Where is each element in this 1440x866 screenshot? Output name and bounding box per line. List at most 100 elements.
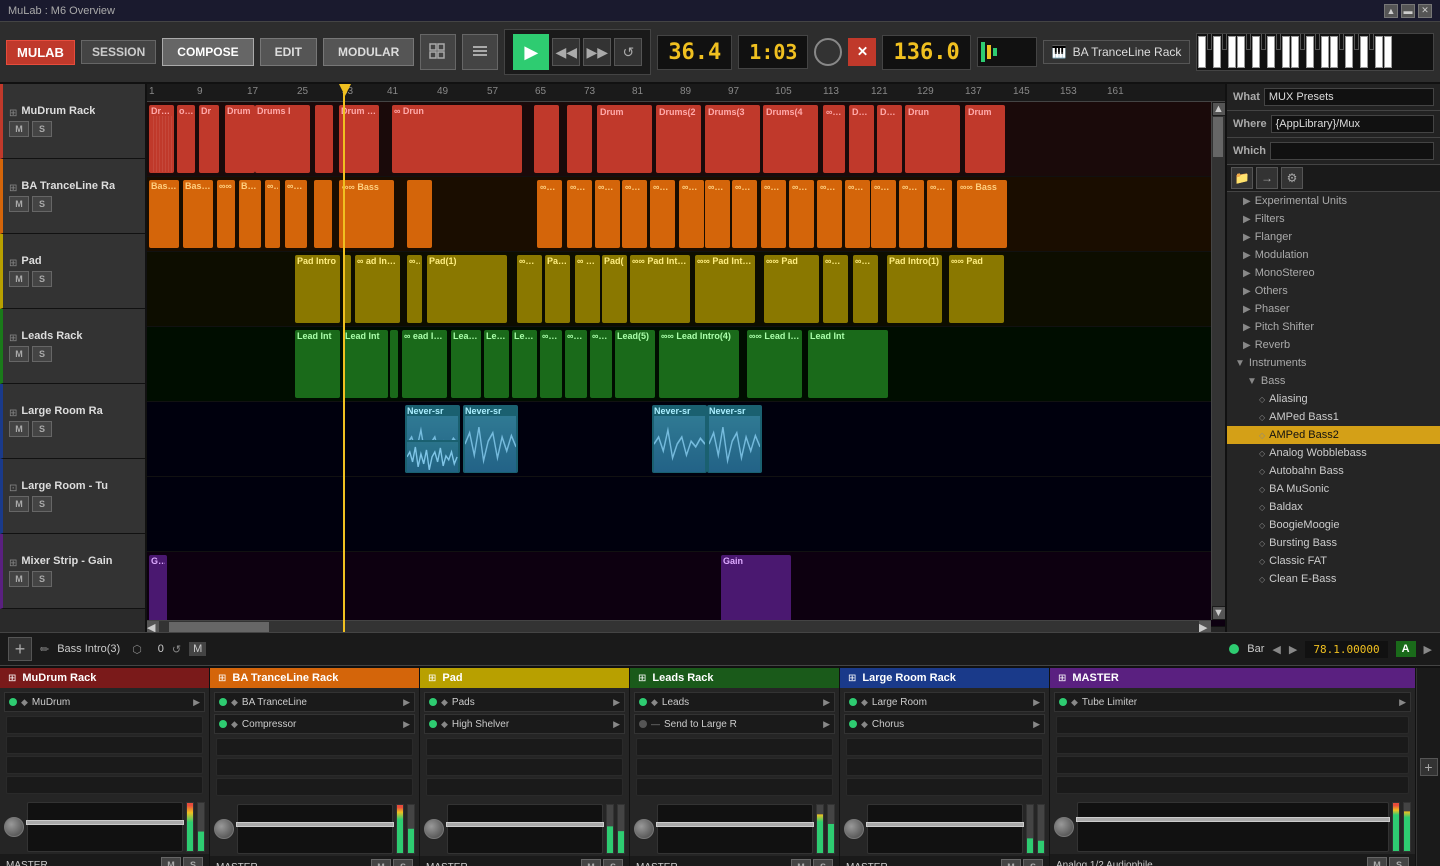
close-button[interactable]: ✕	[1418, 4, 1432, 18]
piano-key-white[interactable]	[1267, 36, 1275, 68]
clip-lead-intro6[interactable]: Lead Int	[808, 330, 888, 398]
list-icon[interactable]	[462, 34, 498, 70]
pan-knob-mudrum[interactable]	[4, 817, 24, 837]
insert-expand-icon[interactable]: ▶	[1033, 719, 1040, 730]
piano-key-white[interactable]	[1330, 36, 1338, 68]
track-lane-mixer[interactable]: Gain Gain	[147, 552, 1225, 627]
mulab-button[interactable]: MULAB	[6, 40, 75, 65]
clip-lead-loop[interactable]: ∞∞ Lead	[540, 330, 562, 398]
fader-thumb-pad[interactable]	[446, 822, 604, 827]
clip-drums-9[interactable]: Drums(2	[656, 105, 701, 173]
mixer-solo-pad[interactable]: S	[603, 859, 623, 866]
insert-expand-icon[interactable]: ▶	[1399, 697, 1406, 708]
mixer-solo-ba[interactable]: S	[393, 859, 413, 866]
insert-expand-icon[interactable]: ▶	[823, 719, 830, 730]
fader-pad[interactable]	[447, 804, 603, 854]
tree-item-flanger[interactable]: ▶ Flanger	[1227, 228, 1440, 246]
nav-right-icon[interactable]: ▶	[1289, 643, 1297, 656]
clip-pad-intro[interactable]: Pad Intro	[295, 255, 340, 323]
minimize-button[interactable]: ▲	[1384, 4, 1398, 18]
fader-thumb-leads[interactable]	[656, 822, 814, 827]
hscroll-thumb[interactable]	[169, 622, 269, 632]
tree-item-reverb[interactable]: ▶ Reverb	[1227, 336, 1440, 354]
clip-gain-1[interactable]: Gain	[149, 555, 167, 623]
tree-item-monostereo[interactable]: ▶ MonoStereo	[1227, 264, 1440, 282]
tree-item-bass[interactable]: ▼ Bass	[1227, 372, 1440, 390]
hscroll-right[interactable]: ▶	[1199, 621, 1211, 632]
tree-item-phaser[interactable]: ▶ Phaser	[1227, 300, 1440, 318]
clip-lead-1[interactable]: Lead(1)	[451, 330, 481, 398]
track-expand-icon-largeroom[interactable]: ⊞	[9, 408, 17, 419]
clip-pad-loop[interactable]: ∞∞ Pad(	[517, 255, 542, 323]
piano-key-black[interactable]	[1246, 33, 1251, 50]
clip-pad-10[interactable]: Pad Intro(1)	[887, 255, 942, 323]
clip-drums-6[interactable]	[534, 105, 559, 173]
mixer-solo-mudrum[interactable]: S	[183, 857, 203, 866]
insert-expand-icon[interactable]: ▶	[823, 697, 830, 708]
clip-lead-6[interactable]: ∞∞ Lead Intro(4)	[747, 330, 802, 398]
track-expand-icon-largetu[interactable]: ⊡	[9, 483, 17, 494]
tree-item-modulation[interactable]: ▶ Modulation	[1227, 246, 1440, 264]
tree-item-instruments[interactable]: ▼ Instruments	[1227, 354, 1440, 372]
mixer-insert-pads[interactable]: ◆ Pads ▶	[424, 692, 625, 712]
clip-drums-3[interactable]: Dr	[199, 105, 219, 173]
clip-lead-intro4[interactable]: ∞ ead Intro(4)	[402, 330, 447, 398]
panel-arrow-button[interactable]: →	[1256, 167, 1278, 189]
end-arrow-icon[interactable]: ▶	[1424, 643, 1432, 656]
clip-drums-13[interactable]: Drum	[849, 105, 874, 173]
track-lane-largetu[interactable]	[147, 477, 1225, 552]
clip-drums-5[interactable]	[315, 105, 333, 173]
fader-mudrum[interactable]	[27, 802, 183, 852]
clip-bass-13[interactable]: ∞∞ Bass	[679, 180, 704, 248]
tree-item-experimental[interactable]: ▶ Experimental Units	[1227, 192, 1440, 210]
scroll-down-button[interactable]: ▼	[1213, 607, 1225, 619]
clip-pad-4[interactable]: ∞ Pad(	[575, 255, 600, 323]
clip-pad-1[interactable]: Pad(1)	[427, 255, 507, 323]
clip-drums-16[interactable]: Drum	[965, 105, 1005, 173]
clip-bass-intro2[interactable]: Bass Int	[183, 180, 213, 248]
clip-pad-7[interactable]: ∞∞ Pad	[764, 255, 819, 323]
insert-expand-icon[interactable]: ▶	[403, 697, 410, 708]
piano-key-black[interactable]	[1300, 33, 1305, 50]
solo-button-mixer[interactable]: S	[32, 571, 52, 587]
clip-lead-3[interactable]: Lead(3)	[512, 330, 537, 398]
mixer-insert-largeroom[interactable]: ◆ Large Room ▶	[844, 692, 1045, 712]
clip-pad-9[interactable]: ∞∞ Pad	[853, 255, 878, 323]
clip-lead-marker[interactable]	[390, 330, 398, 398]
mute-button-pad[interactable]: M	[9, 271, 29, 287]
edit-button[interactable]: EDIT	[260, 38, 317, 66]
fader-thumb-ba[interactable]	[236, 822, 394, 827]
piano-key-white[interactable]	[1291, 36, 1299, 68]
add-track-button[interactable]: +	[8, 637, 32, 661]
clip-lead-4[interactable]: ∞∞ Lead	[590, 330, 612, 398]
piano-key-white[interactable]	[1345, 36, 1353, 68]
session-button[interactable]: SESSION	[81, 40, 156, 64]
clip-bass-20[interactable]: ∞∞ Bass	[871, 180, 896, 248]
piano-key-black[interactable]	[1261, 33, 1266, 50]
panel-which-input[interactable]	[1270, 142, 1434, 160]
mixer-mute-pad[interactable]: M	[581, 859, 601, 866]
tree-item-cleanebass[interactable]: ◇ Clean E-Bass	[1227, 570, 1440, 588]
clip-bass-3[interactable]: ∞∞	[217, 180, 235, 248]
pan-knob-leads[interactable]	[634, 819, 654, 839]
clip-neverse3[interactable]: Never-sr	[652, 405, 707, 473]
fader-thumb-mudrum[interactable]	[26, 820, 184, 825]
piano-key-white[interactable]	[1213, 36, 1221, 68]
piano-key-black[interactable]	[1339, 33, 1344, 50]
tree-item-bamusonic[interactable]: ◇ BA MuSonic	[1227, 480, 1440, 498]
insert-expand-icon[interactable]: ▶	[1033, 697, 1040, 708]
piano-key-black[interactable]	[1315, 33, 1320, 50]
nav-left-icon[interactable]: ◀	[1272, 643, 1280, 656]
solo-button-ba[interactable]: S	[32, 196, 52, 212]
piano-key-black[interactable]	[1369, 33, 1374, 50]
mixer-insert-highshelver[interactable]: ◆ High Shelver ▶	[424, 714, 625, 734]
track-lane-pad[interactable]: Pad Intro ∞ ad Intro(1) ∞ Pad Pad(1) ∞∞ …	[147, 252, 1225, 327]
clip-pad-intro3[interactable]: ∞∞ Pad Intro(1)	[630, 255, 690, 323]
insert-expand-icon[interactable]: ▶	[613, 719, 620, 730]
piano-key-white[interactable]	[1228, 36, 1236, 68]
clip-bass-9[interactable]: ∞∞ Bass	[567, 180, 592, 248]
clip-bass-7[interactable]	[407, 180, 432, 248]
clip-drums-2[interactable]: o oo	[177, 105, 195, 173]
pan-knob-master[interactable]	[1054, 817, 1074, 837]
clip-pad-intro2[interactable]: ∞ ad Intro(1)	[355, 255, 400, 323]
